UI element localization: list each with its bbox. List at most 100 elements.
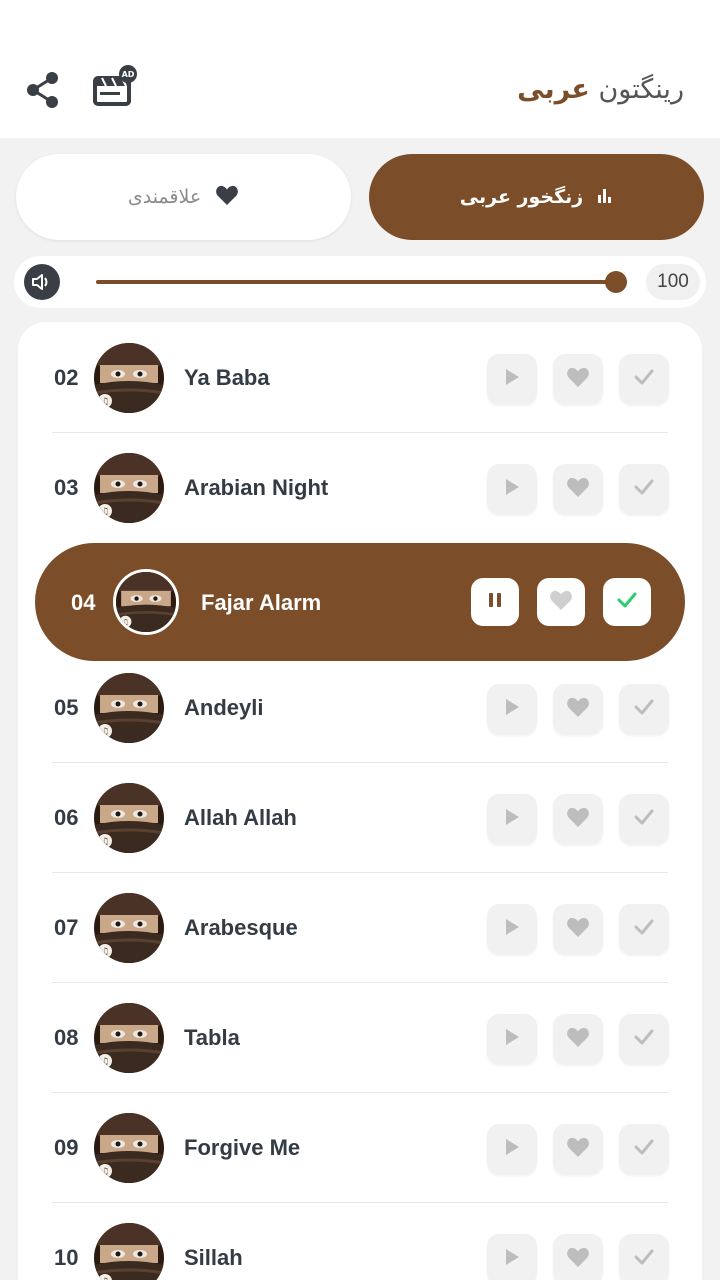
volume-slider-thumb[interactable] bbox=[605, 271, 627, 293]
volume-slider-fill bbox=[96, 280, 616, 284]
tab-arabic-ringtones[interactable]: زنگخور عربی bbox=[369, 154, 704, 240]
svg-text:♫: ♫ bbox=[101, 837, 109, 847]
tab-label: علاقمندی bbox=[127, 186, 202, 208]
svg-text:♫: ♫ bbox=[101, 727, 109, 737]
play-icon bbox=[503, 477, 521, 501]
set-ringtone-button[interactable] bbox=[619, 1124, 669, 1174]
heart-icon bbox=[566, 476, 590, 502]
set-ringtone-button[interactable] bbox=[619, 464, 669, 514]
list-item[interactable]: 08 ♫ Tabla bbox=[18, 983, 702, 1093]
tab-favorites[interactable]: علاقمندی bbox=[16, 154, 351, 240]
track-number: 05 bbox=[54, 695, 79, 720]
volume-slider-track[interactable] bbox=[96, 280, 616, 284]
track-name: Tabla bbox=[184, 1025, 240, 1050]
equalizer-icon bbox=[597, 186, 613, 209]
set-ringtone-button[interactable] bbox=[619, 904, 669, 954]
list-item[interactable]: 03 ♫ Arabian Night bbox=[18, 433, 702, 543]
volume-bar: 100 bbox=[14, 256, 706, 308]
track-avatar: ♫ bbox=[94, 1223, 164, 1280]
page-title: رینگتون عربی bbox=[517, 74, 692, 105]
set-ringtone-button[interactable] bbox=[619, 354, 669, 404]
share-icon[interactable] bbox=[24, 70, 62, 110]
list-item[interactable]: 06 ♫ Allah Allah bbox=[18, 763, 702, 873]
track-avatar: ♫ bbox=[94, 673, 164, 743]
heart-icon bbox=[566, 1136, 590, 1162]
play-icon bbox=[503, 367, 521, 391]
title-bold: عربی bbox=[517, 74, 590, 105]
check-icon bbox=[633, 918, 655, 940]
play-icon bbox=[503, 917, 521, 941]
track-name: Arabian Night bbox=[184, 475, 329, 500]
favorite-button[interactable] bbox=[553, 1014, 603, 1064]
track-name: Forgive Me bbox=[184, 1135, 301, 1160]
pause-button[interactable] bbox=[471, 578, 519, 626]
list-item[interactable]: 05 ♫ Andeyli bbox=[18, 653, 702, 763]
track-number: 03 bbox=[54, 475, 79, 500]
speaker-icon[interactable] bbox=[24, 264, 60, 300]
play-icon bbox=[503, 697, 521, 721]
title-normal: رینگتون bbox=[598, 74, 684, 105]
list-item[interactable]: 10 ♫ Sillah bbox=[18, 1203, 702, 1280]
set-ringtone-button[interactable] bbox=[619, 1014, 669, 1064]
tab-label: زنگخور عربی bbox=[459, 186, 584, 208]
list-item[interactable]: 07 ♫ Arabesque bbox=[18, 873, 702, 983]
play-button[interactable] bbox=[487, 1014, 537, 1064]
play-button[interactable] bbox=[487, 904, 537, 954]
check-icon bbox=[633, 368, 655, 390]
track-name: Fajar Alarm bbox=[201, 590, 322, 615]
track-name: Andeyli bbox=[184, 695, 264, 720]
set-ringtone-button[interactable] bbox=[619, 1234, 669, 1280]
heart-icon bbox=[566, 806, 590, 832]
track-avatar: ♫ bbox=[94, 893, 164, 963]
pause-icon bbox=[486, 590, 504, 614]
svg-text:♫: ♫ bbox=[101, 1167, 109, 1177]
check-icon bbox=[633, 1138, 655, 1160]
list-item-playing[interactable]: 04 ♫ Fajar Alarm bbox=[35, 543, 685, 661]
check-icon bbox=[633, 1028, 655, 1050]
svg-text:♫: ♫ bbox=[101, 507, 109, 517]
play-button[interactable] bbox=[487, 684, 537, 734]
check-icon bbox=[633, 808, 655, 830]
track-name: Arabesque bbox=[184, 915, 298, 940]
track-avatar: ♫ bbox=[94, 783, 164, 853]
favorite-button[interactable] bbox=[553, 1124, 603, 1174]
favorite-button[interactable] bbox=[553, 904, 603, 954]
play-button[interactable] bbox=[487, 464, 537, 514]
check-icon bbox=[633, 1248, 655, 1270]
track-number: 08 bbox=[54, 1025, 79, 1050]
app-bar: AD رینگتون عربی bbox=[0, 0, 720, 138]
play-button[interactable] bbox=[487, 794, 537, 844]
volume-value: 100 bbox=[646, 264, 700, 300]
list-item[interactable]: 09 ♫ Forgive Me bbox=[18, 1093, 702, 1203]
ad-clapperboard-icon[interactable]: AD bbox=[92, 64, 140, 110]
play-icon bbox=[503, 1027, 521, 1051]
track-number: 06 bbox=[54, 805, 79, 830]
favorite-button[interactable] bbox=[553, 464, 603, 514]
heart-icon bbox=[566, 696, 590, 722]
favorite-button[interactable] bbox=[553, 794, 603, 844]
favorite-button[interactable] bbox=[553, 684, 603, 734]
check-icon bbox=[616, 591, 638, 613]
favorite-button[interactable] bbox=[553, 1234, 603, 1280]
track-number: 04 bbox=[71, 590, 96, 615]
play-button[interactable] bbox=[487, 354, 537, 404]
play-button[interactable] bbox=[487, 1234, 537, 1280]
svg-text:♫: ♫ bbox=[101, 397, 109, 407]
svg-text:♫: ♫ bbox=[122, 617, 129, 626]
set-ringtone-button[interactable] bbox=[619, 684, 669, 734]
track-number: 02 bbox=[54, 365, 79, 390]
favorite-button[interactable] bbox=[553, 354, 603, 404]
svg-text:♫: ♫ bbox=[101, 1057, 109, 1067]
favorite-button[interactable] bbox=[537, 578, 585, 626]
play-button[interactable] bbox=[487, 1124, 537, 1174]
heart-icon bbox=[566, 916, 590, 942]
set-ringtone-button[interactable] bbox=[603, 578, 651, 626]
set-ringtone-button[interactable] bbox=[619, 794, 669, 844]
list-item[interactable]: 02 ♫ Ya Baba bbox=[18, 323, 702, 433]
check-icon bbox=[633, 698, 655, 720]
track-avatar: ♫ bbox=[113, 569, 179, 635]
track-number: 09 bbox=[54, 1135, 79, 1160]
track-number: 07 bbox=[54, 915, 79, 940]
svg-text:♫: ♫ bbox=[101, 947, 109, 957]
heart-icon bbox=[215, 184, 239, 211]
